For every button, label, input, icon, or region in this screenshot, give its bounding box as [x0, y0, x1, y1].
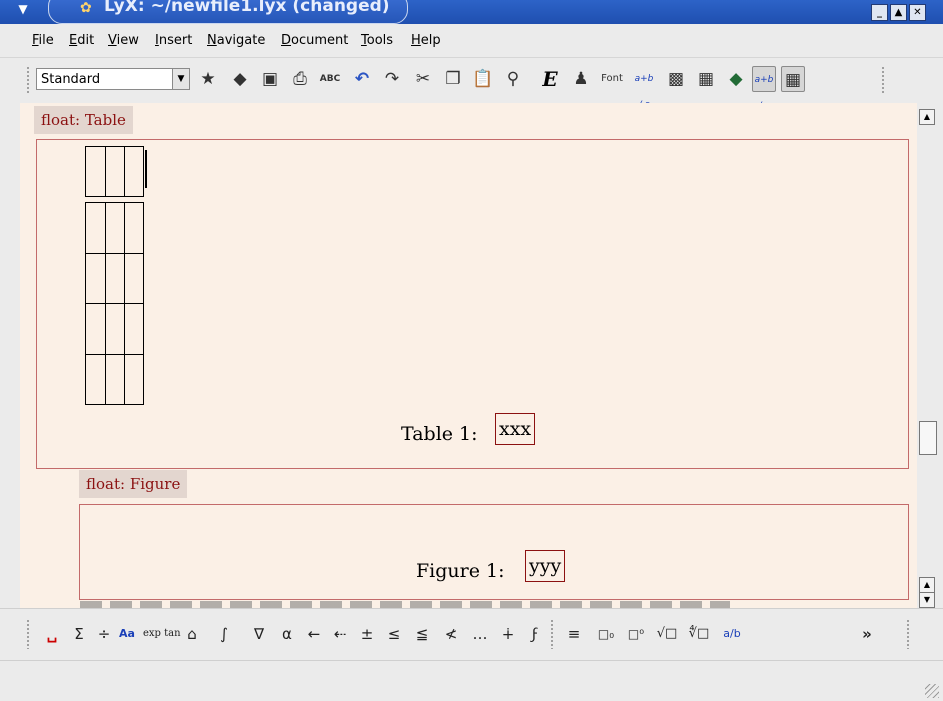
- document-work-area[interactable]: float: Table Table 1: xxx float: Figure …: [20, 103, 917, 608]
- math-relations2-icon[interactable]: ≦: [411, 621, 433, 647]
- figure-caption-prefix: Figure 1:: [416, 560, 505, 582]
- math-align-icon[interactable]: ≡: [563, 621, 585, 647]
- math-toolbar-grip-end[interactable]: [906, 619, 910, 649]
- undo-icon[interactable]: ↶: [350, 66, 374, 92]
- math-toolbar-grip[interactable]: [26, 619, 30, 649]
- table-caption-text[interactable]: xxx: [495, 413, 536, 445]
- cut-icon[interactable]: ✂: [411, 66, 435, 92]
- image-icon[interactable]: ▩: [664, 66, 688, 92]
- math-sqrt-icon[interactable]: √□: [654, 621, 680, 647]
- math-operators-icon[interactable]: Σ: [66, 621, 92, 647]
- math-nabla-icon[interactable]: ∇: [248, 621, 270, 647]
- find-icon[interactable]: ⚲: [501, 66, 525, 92]
- maximize-icon[interactable]: ▲: [890, 4, 907, 21]
- left-margin: [0, 103, 20, 608]
- lyx-window: ▼ ✿ LyX: ~/newfile1.lyx (changed) _ ▲ ✕ …: [0, 0, 943, 701]
- math-root-icon[interactable]: ∜□: [685, 621, 713, 647]
- print-icon[interactable]: ⎙: [288, 66, 312, 92]
- table-float-box[interactable]: Table 1: xxx: [36, 139, 909, 469]
- math-relations-icon[interactable]: ≤: [383, 621, 405, 647]
- menu-insert[interactable]: Insert: [155, 33, 192, 48]
- table-row-line: [85, 303, 144, 304]
- table-row-line: [85, 354, 144, 355]
- more-icon[interactable]: »: [855, 621, 879, 647]
- title-bar[interactable]: ▼ ✿ LyX: ~/newfile1.lyx (changed) _ ▲ ✕: [0, 0, 943, 24]
- menu-bar: File Edit View Insert Navigate Document …: [0, 24, 943, 58]
- table-float-label[interactable]: float: Table: [34, 106, 133, 134]
- math-toolbar: ␣ Σ ÷ Aa exp tan ⌂ ∫ ∇ α ← ⇠ ± ≤ ≦ ≮ … ∔…: [0, 608, 943, 661]
- table-caption-prefix: Table 1:: [401, 423, 478, 445]
- window-menu-icon[interactable]: ▼: [11, 2, 35, 20]
- figure-float-label[interactable]: float: Figure: [79, 470, 188, 498]
- main-toolbar: Standard ▼ ★ ◆ ▣ ⎙ ABC ↶ ↷ ✂ ❐ 📋 ⚲ E ♟ F…: [0, 58, 943, 111]
- font-icon[interactable]: Font: [600, 66, 624, 92]
- layout-combo[interactable]: Standard ▼: [36, 68, 190, 90]
- table-header-grid[interactable]: [85, 146, 144, 197]
- math-space-icon[interactable]: ␣: [42, 621, 62, 647]
- math-misc-icon[interactable]: ϝ: [524, 621, 546, 647]
- close-icon[interactable]: ✕: [909, 4, 926, 21]
- math-frac-icon[interactable]: a/b: [720, 621, 744, 647]
- figure-float-box[interactable]: Figure 1: yyy: [79, 504, 909, 600]
- math-dotplus-icon[interactable]: ∔: [497, 621, 519, 647]
- emphasis-icon[interactable]: E: [538, 66, 562, 92]
- open-icon[interactable]: ◆: [228, 66, 252, 92]
- menu-document[interactable]: Document: [281, 33, 348, 48]
- math-negations-icon[interactable]: ≮: [440, 621, 462, 647]
- chevron-down-icon[interactable]: ▼: [172, 69, 189, 89]
- table-icon[interactable]: ▦: [694, 66, 718, 92]
- copy-icon[interactable]: ❐: [441, 66, 465, 92]
- redo-icon[interactable]: ↷: [380, 66, 404, 92]
- menu-file[interactable]: File: [32, 33, 54, 48]
- scroll-thumb[interactable]: [919, 421, 937, 455]
- math-greek-icon[interactable]: α: [276, 621, 298, 647]
- scroll-up-icon[interactable]: ▲: [919, 109, 935, 125]
- math-dots-icon[interactable]: …: [467, 621, 493, 647]
- menu-edit[interactable]: Edit: [69, 33, 94, 48]
- math-superscript-icon[interactable]: □⁰: [624, 621, 648, 647]
- figure-caption-text[interactable]: yyy: [525, 550, 566, 582]
- window-title: LyX: ~/newfile1.lyx (changed): [104, 0, 390, 16]
- math-styles-icon[interactable]: Aa: [114, 621, 140, 647]
- figure-icon[interactable]: ♟: [569, 66, 593, 92]
- math-panel-icon[interactable]: a+b / c: [752, 66, 776, 111]
- menu-tools[interactable]: Tools: [361, 33, 393, 48]
- text-cursor: [145, 150, 147, 188]
- menu-view[interactable]: View: [108, 33, 139, 48]
- toolbar-grip-end[interactable]: [881, 66, 885, 94]
- vertical-scrollbar[interactable]: ▲ ▲ ▼: [917, 103, 943, 608]
- spellcheck-icon[interactable]: ABC: [318, 66, 342, 92]
- toolbar-grip[interactable]: [26, 66, 30, 94]
- scroll-up-icon[interactable]: ▲: [919, 577, 935, 593]
- new-document-icon[interactable]: ★: [196, 66, 220, 92]
- math-icon[interactable]: a+b / c: [632, 66, 656, 110]
- math-dashed-arrows-icon[interactable]: ⇠: [329, 621, 351, 647]
- clipped-text-line: [80, 601, 730, 608]
- math-fraction-icon[interactable]: ÷: [94, 621, 114, 647]
- scroll-down-icon[interactable]: ▼: [919, 592, 935, 608]
- math-frac-panel-icon[interactable]: ⌂: [180, 621, 204, 647]
- table-divider: [124, 146, 125, 197]
- table-row-line: [85, 253, 144, 254]
- save-icon[interactable]: ▣: [258, 66, 282, 92]
- math-integral-icon[interactable]: ∫: [212, 621, 236, 647]
- math-plusminus-icon[interactable]: ±: [356, 621, 378, 647]
- math-subscript-icon[interactable]: □₀: [594, 621, 618, 647]
- math-functions-icon[interactable]: exp tan: [143, 621, 181, 647]
- resize-grip-icon[interactable]: [925, 684, 939, 698]
- math-arrows-icon[interactable]: ←: [303, 621, 325, 647]
- layout-combo-value: Standard: [41, 72, 101, 87]
- status-bar: [0, 660, 943, 701]
- table-panel-icon[interactable]: ▦: [781, 66, 805, 92]
- table-divider: [105, 146, 106, 197]
- menu-help[interactable]: Help: [411, 33, 441, 48]
- paste-icon[interactable]: 📋: [471, 66, 495, 92]
- lyx-app-icon: ✿: [80, 0, 92, 16]
- menu-navigate[interactable]: Navigate: [207, 33, 265, 48]
- minimize-icon[interactable]: _: [871, 4, 888, 21]
- bookmark-icon[interactable]: ◆: [724, 66, 748, 92]
- math-toolbar-grip[interactable]: [550, 619, 554, 649]
